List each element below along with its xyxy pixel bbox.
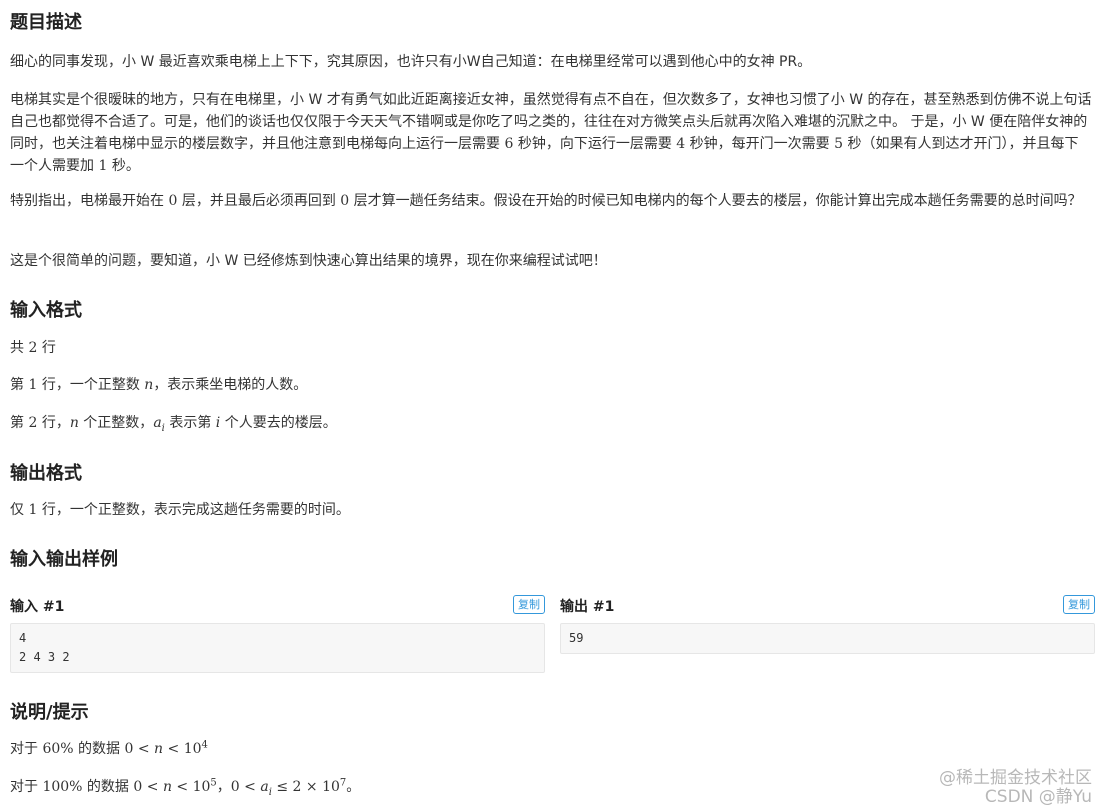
input-format-heading: 输入格式: [10, 300, 82, 321]
output-format-heading: 输出格式: [10, 463, 82, 484]
hint-heading: 说明/提示: [10, 702, 89, 723]
sample-output-panel: 输出 #1 复制 59: [560, 595, 1095, 654]
description-heading: 题目描述: [10, 12, 82, 33]
copy-input-button[interactable]: 复制: [513, 595, 545, 614]
hint-line-2: 对于 100% 的数据 0 < n < 105，0 < ai ≤ 2 × 107…: [10, 777, 361, 798]
description-paragraph-1: 细心的同事发现，小 W 最近喜欢乘电梯上上下下，究其原因，也许只有小W自己知道：…: [10, 54, 812, 70]
watermark-csdn: CSDN @静Yu: [984, 787, 1092, 807]
samples-heading: 输入输出样例: [10, 549, 118, 570]
output-format-line-1: 仅 1 行，一个正整数，表示完成这趟任务需要的时间。: [10, 502, 350, 518]
input-format-line-3: 第 2 行，n 个正整数，ai 表示第 i 个人要去的楼层。: [10, 415, 337, 434]
input-format-line-1: 共 2 行: [10, 340, 56, 356]
description-paragraph-4: 这是个很简单的问题，要知道，小 W 已经修炼到快速心算出结果的境界，现在你来编程…: [10, 253, 607, 269]
input-format-line-2: 第 1 行，一个正整数 n，表示乘坐电梯的人数。: [10, 377, 308, 393]
hint-line-1: 对于 60% 的数据 0 < n < 104: [10, 739, 208, 757]
sample-input-box[interactable]: 4 2 4 3 2: [10, 623, 545, 673]
sample-output-title: 输出 #1: [560, 599, 615, 615]
description-paragraph-3: 特别指出，电梯最开始在 0 层，并且最后必须再回到 0 层才算一趟任务结束。假设…: [10, 193, 1082, 209]
description-paragraph-2: 电梯其实是个很暧昧的地方，只有在电梯里，小 W 才有勇气如此近距离接近女神，虽然…: [10, 92, 1092, 174]
sample-output-box[interactable]: 59: [560, 623, 1095, 654]
copy-output-button[interactable]: 复制: [1063, 595, 1095, 614]
sample-input-panel: 输入 #1 复制 4 2 4 3 2: [10, 595, 545, 673]
sample-input-title: 输入 #1: [10, 599, 65, 615]
